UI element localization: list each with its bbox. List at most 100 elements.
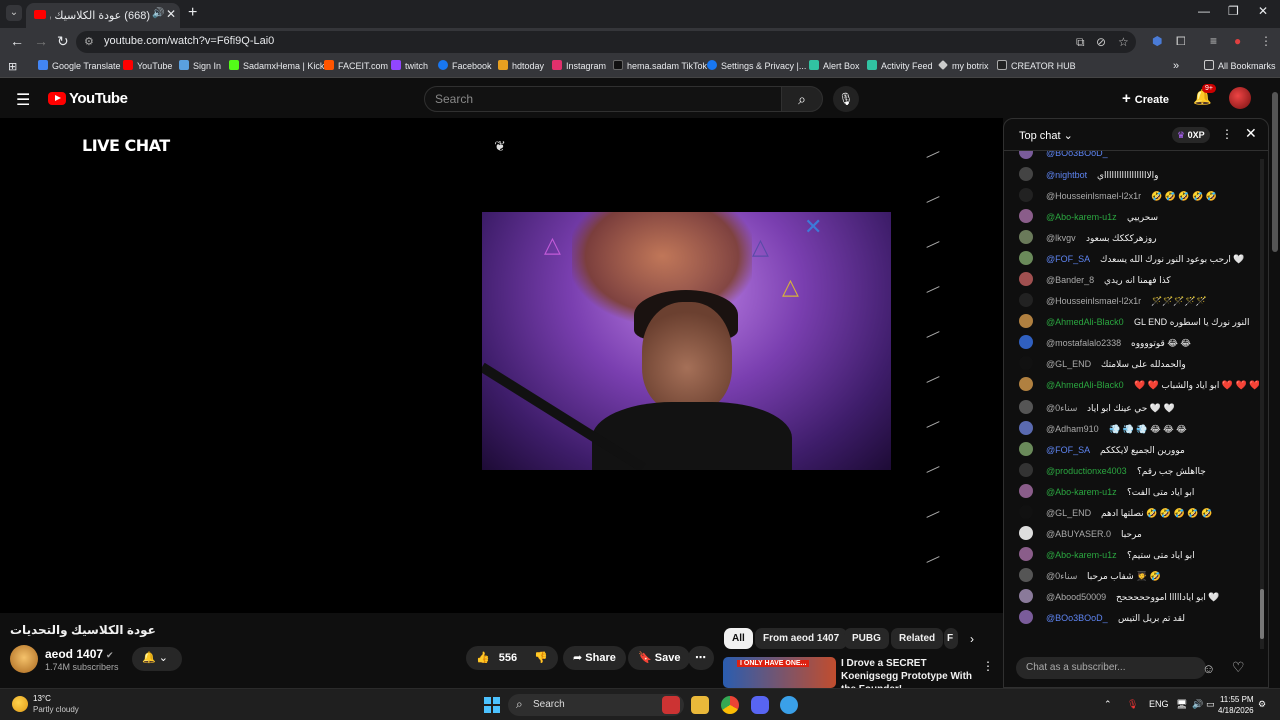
search-button[interactable]: ⌕ [781,86,823,112]
chat-author[interactable]: @lkvgv [1046,230,1076,246]
chat-author-avatar[interactable] [1019,484,1033,498]
chip-from-channel[interactable]: From aeod 1407 [755,628,848,649]
bookmark-item[interactable]: twitch [391,60,428,71]
chat-author[interactable]: @nightbot [1046,167,1087,183]
chat-author[interactable]: @Abo-karem-u1z [1046,209,1117,225]
chat-author-avatar[interactable] [1019,547,1033,561]
bookmark-item[interactable]: YouTube [123,60,172,71]
chat-author[interactable]: @productionxe4003 [1046,463,1127,479]
bookmarks-overflow-icon[interactable]: » [1173,60,1179,72]
chat-author-avatar[interactable] [1019,589,1033,603]
chat-author-avatar[interactable] [1019,568,1033,582]
chat-author[interactable]: @BOo3BOoD_ [1046,151,1108,161]
chat-mode-dropdown[interactable]: Top chat ⌄ [1019,129,1073,142]
chat-author[interactable]: @Housseinlsmael-l2x1r [1046,188,1141,204]
weather-icon[interactable] [12,696,28,712]
emoji-icon[interactable]: ☺ [1202,661,1215,676]
dislike-icon[interactable]: 👎 [534,652,548,664]
chat-author[interactable]: @FOF_SA [1046,442,1090,458]
bookmark-item[interactable]: Activity Feed [867,60,933,71]
chat-author-avatar[interactable] [1019,463,1033,477]
chat-author[interactable]: @Housseinlsmael-l2x1r [1046,293,1141,309]
share-button[interactable]: ➦ Share [563,646,626,670]
chat-author[interactable]: @Bander_8 [1046,272,1094,288]
chat-author-avatar[interactable] [1019,526,1033,540]
extension-icon[interactable]: ⬢ [1152,34,1162,48]
chip-pubg[interactable]: PUBG [844,628,889,649]
chat-author-avatar[interactable] [1019,293,1033,307]
back-button[interactable]: ← [10,33,24,49]
profile-icon[interactable]: ● [1234,34,1241,48]
save-button[interactable]: 🔖 Save [628,646,691,670]
bookmark-item[interactable]: Instagram [552,60,606,71]
minimize-button[interactable]: — [1198,4,1210,18]
recommendation-thumbnail[interactable]: I ONLY HAVE ONE... [723,657,836,688]
tracking-protection-icon[interactable]: ⊘ [1096,35,1106,49]
tab-close-icon[interactable]: ✕ [166,7,176,21]
chat-author-avatar[interactable] [1019,610,1033,624]
bookmark-item[interactable]: SadamxHema | Kick [229,60,324,71]
chat-author[interactable]: @Adham910 [1046,421,1099,437]
bookmark-item[interactable]: Sign In [179,60,221,71]
chat-author[interactable]: @GL_END [1046,505,1091,521]
new-tab-button[interactable]: + [188,4,197,22]
chat-input[interactable]: Chat as a subscriber... [1016,657,1206,679]
youtube-logo-icon[interactable] [48,92,66,105]
chat-author-avatar[interactable] [1019,314,1033,328]
chat-author-avatar[interactable] [1019,209,1033,223]
forward-button[interactable]: → [34,33,48,49]
microphone-icon[interactable]: 🎙 [1127,699,1138,710]
install-app-icon[interactable]: ⧉ [1076,35,1085,50]
chat-close-icon[interactable]: ✕ [1245,125,1257,142]
chat-author-avatar[interactable] [1019,188,1033,202]
chip-partial[interactable]: F [944,628,958,649]
chat-author-avatar[interactable] [1019,421,1033,435]
channel-name[interactable]: aeod 1407 ✔ [45,647,114,661]
chip-all[interactable]: All [724,628,753,649]
channel-avatar[interactable] [10,645,38,673]
chat-author[interactable]: @GL_END [1046,356,1091,372]
language-indicator[interactable]: ENG [1149,699,1169,709]
bookmark-item[interactable]: Alert Box [809,60,860,71]
chat-author[interactable]: @AhmedAli-Black0 [1046,377,1124,393]
subscription-bell-button[interactable]: 🔔 ⌄ [132,647,182,671]
youtube-logo-text[interactable]: YouTube [69,90,128,107]
tab-search-button[interactable]: ⌄ [6,5,22,21]
chip-related[interactable]: Related [891,628,944,649]
chat-scroll-thumb[interactable] [1260,589,1264,639]
app-icon[interactable] [780,696,798,714]
video-player[interactable]: LIVE CHAT ❦ △ ✕ △ △ [0,118,1003,613]
bookmark-item[interactable]: Facebook [438,60,492,71]
bookmark-item[interactable]: my botrix [938,60,989,71]
bookmark-item[interactable]: CREATOR HUB [997,60,1076,71]
browser-menu-icon[interactable]: ⋮ [1260,34,1272,48]
notification-center-icon[interactable]: ⚙ [1258,699,1266,710]
chat-author[interactable]: @Abo-karem-u1z [1046,547,1117,563]
chat-author[interactable]: @AhmedAli-Black0 [1046,314,1124,330]
taskbar-app-icon[interactable] [662,696,680,714]
menu-icon[interactable]: ☰ [16,90,30,110]
chat-author-avatar[interactable] [1019,377,1033,391]
volume-icon[interactable]: 🔊 [1192,699,1203,710]
window-close-button[interactable]: ✕ [1258,4,1268,18]
reload-button[interactable]: ↻ [57,33,69,50]
chat-author-avatar[interactable] [1019,251,1033,265]
bookmark-item[interactable]: hema.sadam TikTok [613,60,707,71]
discord-icon[interactable] [751,696,769,714]
search-input[interactable]: Search [424,86,782,112]
chat-author-avatar[interactable] [1019,272,1033,286]
create-button[interactable]: + Create [1122,90,1169,107]
speaker-icon[interactable]: 🔊 [152,8,164,19]
all-bookmarks-button[interactable]: All Bookmarks [1204,60,1276,71]
chat-author-avatar[interactable] [1019,230,1033,244]
account-avatar[interactable] [1229,87,1251,109]
chat-author-avatar[interactable] [1019,335,1033,349]
start-button[interactable] [484,697,500,713]
page-scrollbar[interactable] [1272,92,1278,252]
chat-author-avatar[interactable] [1019,167,1033,181]
site-info-icon[interactable]: ⚙ [84,35,94,48]
browser-tab[interactable]: (668) عودة الكلاسيك والتحديات 🔊 ✕ [26,3,180,28]
chat-author[interactable]: @Abood50009 [1046,589,1106,605]
chat-author[interactable]: @سناء0 [1046,400,1077,416]
chat-author-avatar[interactable] [1019,400,1033,414]
